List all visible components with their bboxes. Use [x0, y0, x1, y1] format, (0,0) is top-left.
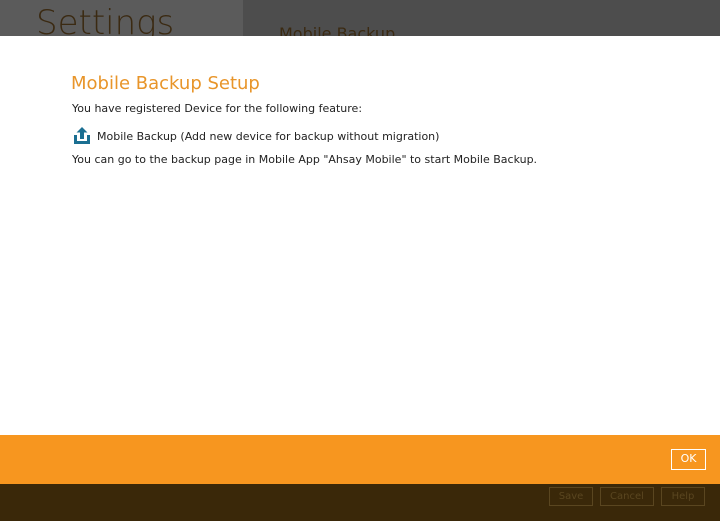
background-header: Settings Mobile Backup	[0, 0, 720, 36]
dialog-title: Mobile Backup Setup	[71, 73, 260, 94]
background-settings-title: Settings	[36, 3, 175, 36]
feature-label: Mobile Backup (Add new device for backup…	[97, 129, 440, 143]
dialog-intro-text: You have registered Device for the follo…	[72, 102, 363, 115]
ok-button[interactable]: OK	[671, 449, 706, 470]
background-section-title: Mobile Backup	[279, 24, 396, 37]
screen: Settings Mobile Backup Mobile Backup Set…	[0, 0, 720, 521]
background-footer: Save Cancel Help	[0, 484, 720, 521]
dialog-instructions-text: You can go to the backup page in Mobile …	[72, 153, 538, 166]
background-save-button: Save	[549, 487, 593, 506]
feature-item-mobile-backup: Mobile Backup (Add new device for backup…	[72, 125, 439, 147]
background-cancel-button: Cancel	[600, 487, 654, 506]
mobile-backup-setup-dialog: Mobile Backup Setup You have registered …	[0, 36, 720, 435]
background-help-button: Help	[661, 487, 705, 506]
upload-icon	[72, 126, 92, 146]
dialog-action-bar: OK	[0, 435, 720, 484]
